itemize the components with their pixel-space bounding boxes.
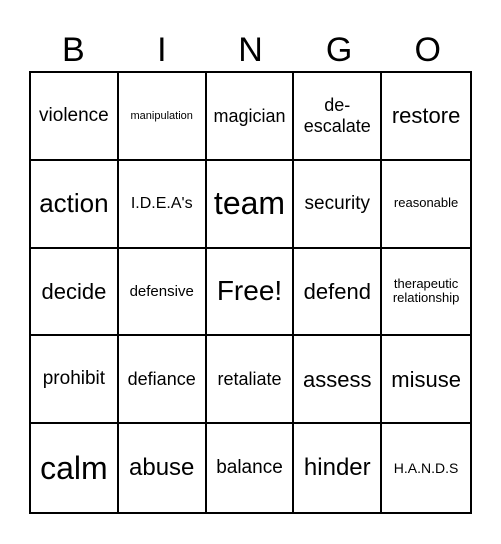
bingo-cell[interactable]: therapeutic relationship — [382, 249, 470, 337]
free-space-cell[interactable]: Free! — [206, 248, 295, 337]
bingo-cell[interactable]: defiance — [118, 336, 207, 425]
header-letter-n: N — [238, 31, 263, 69]
bingo-cell[interactable]: H.A.N.D.S — [382, 424, 470, 512]
bingo-cell[interactable]: action — [31, 160, 119, 249]
bingo-cell[interactable]: reasonable — [382, 161, 470, 249]
bingo-cell[interactable]: manipulation — [118, 73, 207, 161]
bingo-cell[interactable]: abuse — [119, 424, 207, 512]
bingo-cell[interactable]: team — [206, 160, 295, 249]
bingo-cell[interactable]: misuse — [382, 336, 470, 425]
bingo-cell[interactable]: assess — [294, 336, 383, 425]
header-letter-i: I — [157, 31, 167, 69]
bingo-cell[interactable]: decide — [31, 248, 119, 337]
header-letter-o: O — [414, 31, 441, 69]
header-letter-b: B — [61, 31, 85, 69]
bingo-cell[interactable]: I.D.E.A's — [118, 160, 207, 249]
bingo-cell[interactable]: security — [294, 160, 383, 249]
bingo-cell[interactable]: magician — [206, 73, 295, 161]
bingo-cell[interactable]: prohibit — [31, 336, 119, 425]
bingo-header: B I N G O — [29, 28, 472, 72]
bingo-cell[interactable]: calm — [31, 424, 119, 512]
bingo-cell[interactable]: violence — [31, 73, 119, 161]
bingo-cell[interactable]: de- escalate — [294, 73, 383, 161]
header-letter-g: G — [325, 31, 353, 69]
bingo-cell[interactable]: defend — [294, 248, 383, 337]
bingo-cell[interactable]: balance — [207, 424, 295, 512]
bingo-cell[interactable]: retaliate — [206, 336, 295, 425]
bingo-cell[interactable]: restore — [382, 73, 470, 161]
bingo-cell[interactable]: hinder — [294, 424, 383, 512]
bingo-board: violence manipulation magician de- escal… — [29, 71, 472, 514]
bingo-cell[interactable]: defensive — [118, 248, 207, 337]
